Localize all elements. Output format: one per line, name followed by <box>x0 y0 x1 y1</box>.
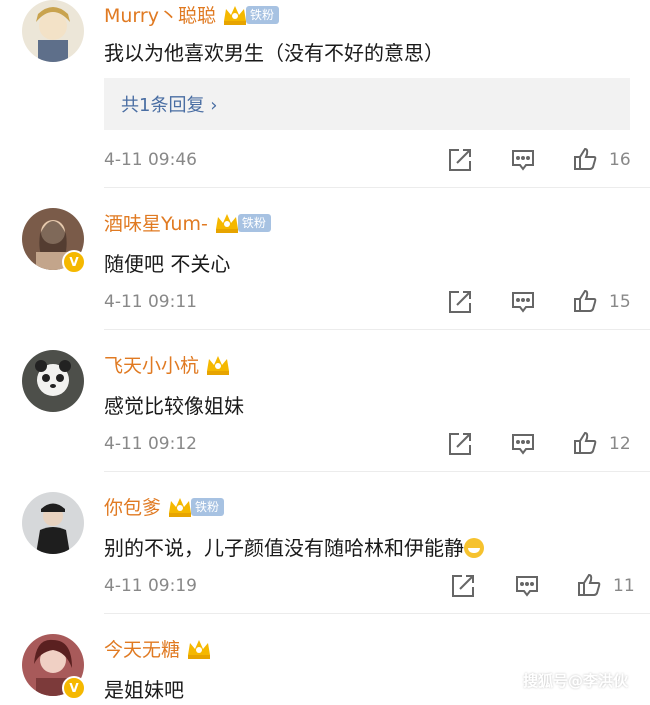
watermark: 搜狐号@李洪伙 <box>522 672 628 690</box>
share-icon[interactable] <box>447 289 473 315</box>
timestamp: 4-11 09:12 <box>104 434 197 454</box>
divider <box>104 329 650 330</box>
crown-icon <box>169 497 192 517</box>
crown-icon <box>215 213 238 233</box>
comment-text: 别的不说，儿子颜值没有随哈林和伊能静 <box>104 532 484 561</box>
replies-label[interactable]: 共1条回复 › <box>121 91 217 117</box>
username-text[interactable]: 酒味星Yum- <box>104 209 208 236</box>
replies-link[interactable]: 共1条回复 › <box>104 78 630 130</box>
username-text[interactable]: 你包爹 <box>104 493 161 520</box>
avatar[interactable] <box>22 492 84 554</box>
username[interactable]: 飞天小小杭 <box>104 351 231 378</box>
timestamp: 4-11 09:46 <box>104 150 197 170</box>
timestamp: 4-11 09:19 <box>104 576 197 596</box>
fan-badge: 铁粉 <box>191 497 225 516</box>
divider <box>104 187 650 188</box>
username[interactable]: 今天无糖 <box>104 635 212 662</box>
comment-item: V 酒味星Yum- 铁粉 随便吧 不关心 4-11 09:11 15 <box>0 208 650 330</box>
like-count: 12 <box>609 434 631 454</box>
like-icon[interactable] <box>572 288 598 314</box>
avatar[interactable] <box>22 0 84 62</box>
timestamp: 4-11 09:11 <box>104 292 197 312</box>
comment-icon[interactable] <box>510 147 536 173</box>
like-count: 16 <box>609 150 631 170</box>
comment-text: 是姐妹吧 <box>104 678 184 702</box>
grin-emoji-icon <box>464 538 484 558</box>
avatar[interactable] <box>22 350 84 412</box>
comment-icon[interactable] <box>510 289 536 315</box>
verified-badge-icon: V <box>62 676 86 700</box>
comment-text: 随便吧 不关心 <box>104 252 231 276</box>
comment-text: 感觉比较像姐妹 <box>104 394 244 418</box>
username-text[interactable]: 飞天小小杭 <box>104 351 199 378</box>
username[interactable]: 酒味星Yum- 铁粉 <box>104 209 271 236</box>
comment-icon[interactable] <box>514 573 540 599</box>
comment-text: 我以为他喜欢男生（没有不好的意思） <box>104 41 444 65</box>
share-icon[interactable] <box>450 573 476 599</box>
like-icon[interactable] <box>572 146 598 172</box>
username[interactable]: Murry丶聪聪 铁粉 <box>104 1 279 28</box>
comment-item: 飞天小小杭 感觉比较像姐妹 4-11 09:12 12 <box>0 350 650 472</box>
username[interactable]: 你包爹 铁粉 <box>104 493 225 520</box>
like-icon[interactable] <box>576 572 602 598</box>
like-count: 11 <box>613 576 635 596</box>
verified-badge-icon: V <box>62 250 86 274</box>
crown-icon <box>207 355 230 375</box>
like-icon[interactable] <box>572 430 598 456</box>
share-icon[interactable] <box>447 147 473 173</box>
fan-badge: 铁粉 <box>237 213 271 232</box>
username-text[interactable]: Murry丶聪聪 <box>104 1 216 28</box>
like-count: 15 <box>609 292 631 312</box>
divider <box>104 471 650 472</box>
fan-badge: 铁粉 <box>245 5 279 24</box>
crown-icon <box>188 639 211 659</box>
username-text[interactable]: 今天无糖 <box>104 635 180 662</box>
comment-item: 你包爹 铁粉 别的不说，儿子颜值没有随哈林和伊能静 4-11 09:19 11 <box>0 492 650 614</box>
divider <box>104 613 650 614</box>
crown-icon <box>223 5 246 25</box>
comment-icon[interactable] <box>510 431 536 457</box>
chevron-right-icon: › <box>210 95 218 116</box>
share-icon[interactable] <box>447 431 473 457</box>
comment-item: Murry丶聪聪 铁粉 我以为他喜欢男生（没有不好的意思） 共1条回复 › 4-… <box>0 0 650 188</box>
comment-text-content: 别的不说，儿子颜值没有随哈林和伊能静 <box>104 536 464 560</box>
